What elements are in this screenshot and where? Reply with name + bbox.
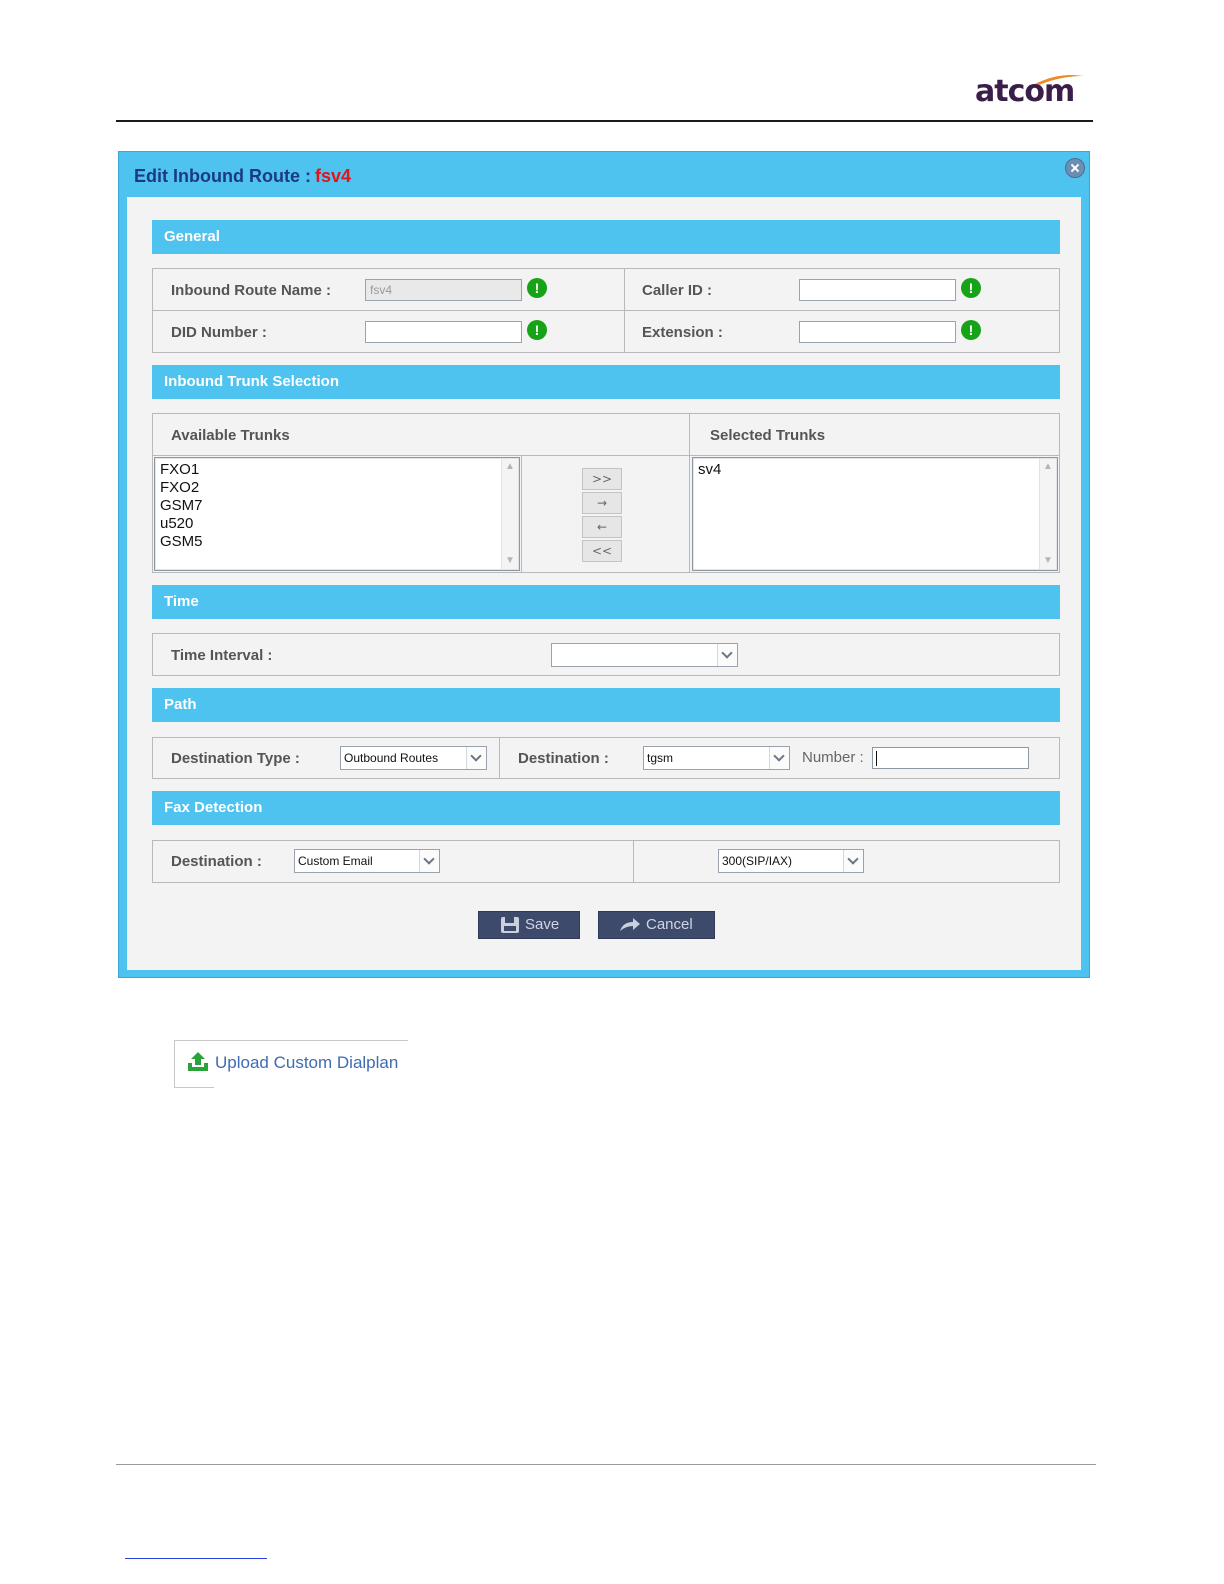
path-destination-value: tgsm [647, 751, 674, 765]
path-destination-select[interactable]: tgsm [643, 746, 790, 770]
fax-destination-label: Destination : [171, 853, 262, 870]
upload-custom-dialplan-button[interactable]: Upload Custom Dialplan [174, 1040, 408, 1088]
share-arrow-icon [620, 918, 640, 931]
fax-extension-select[interactable]: 300(SIP/IAX) [718, 849, 864, 873]
upload-shadow [174, 1087, 214, 1088]
upload-custom-dialplan-label: Upload Custom Dialplan [215, 1053, 399, 1072]
cancel-label: Cancel [646, 916, 693, 933]
logo-text: atcom [975, 74, 1075, 109]
route-name-label: Inbound Route Name : [171, 282, 331, 299]
trunk-divider-v2 [521, 455, 522, 573]
footer-rule [116, 1464, 1096, 1465]
selected-trunks-items: sv4 [693, 458, 1057, 479]
chevron-down-icon [466, 747, 486, 769]
header-rule [116, 120, 1093, 122]
fax-divider-v [633, 840, 634, 883]
caller-id-warning-icon: ! [961, 278, 981, 298]
section-inbound-trunk-selection: Inbound Trunk Selection [152, 365, 1060, 399]
section-general: General [152, 220, 1060, 254]
number-label: Number : [802, 749, 864, 766]
selected-trunks-list[interactable]: sv4 ▲ ▼ [692, 457, 1058, 571]
list-item[interactable]: GSM7 [155, 497, 519, 515]
save-label: Save [525, 916, 560, 933]
available-trunks-scrollbar[interactable]: ▲ ▼ [501, 459, 518, 569]
scroll-up-icon[interactable]: ▲ [1040, 459, 1056, 475]
time-interval-label: Time Interval : [171, 647, 273, 664]
chevron-down-icon [717, 644, 737, 666]
section-fax-detection: Fax Detection [152, 791, 1060, 825]
add-all-trunks-button[interactable]: >> [582, 468, 622, 490]
dialog-title: Edit Inbound Route : fsv4 [134, 166, 351, 187]
list-item[interactable]: FXO1 [155, 461, 519, 479]
did-number-label: DID Number : [171, 324, 267, 341]
route-name-warning-icon: ! [527, 278, 547, 298]
did-number-field[interactable] [365, 321, 522, 343]
available-trunks-label: Available Trunks [171, 427, 290, 444]
fax-box [152, 840, 1060, 883]
time-interval-select[interactable] [551, 643, 738, 667]
scroll-down-icon[interactable]: ▼ [502, 553, 518, 569]
destination-type-select[interactable]: Outbound Routes [340, 746, 487, 770]
close-circle-icon[interactable] [1065, 158, 1085, 178]
fax-extension-value: 300(SIP/IAX) [722, 854, 793, 868]
did-number-warning-icon: ! [527, 320, 547, 340]
section-time: Time [152, 585, 1060, 619]
add-trunk-button[interactable]: → [582, 492, 622, 514]
section-path: Path [152, 688, 1060, 722]
available-trunks-items: FXO1 FXO2 GSM7 u520 GSM5 [155, 458, 519, 551]
text-cursor [876, 751, 877, 766]
selected-trunks-scrollbar[interactable]: ▲ ▼ [1039, 459, 1056, 569]
general-divider-h [152, 310, 1060, 311]
list-item[interactable]: u520 [155, 515, 519, 533]
destination-type-value: Outbound Routes [344, 751, 439, 765]
remove-trunk-button[interactable]: ← [582, 516, 622, 538]
extension-warning-icon: ! [961, 320, 981, 340]
destination-type-label: Destination Type : [171, 750, 300, 767]
fax-destination-select[interactable]: Custom Email [294, 849, 440, 873]
fax-destination-value: Custom Email [298, 854, 373, 868]
atcom-logo: atcom [975, 70, 1087, 110]
dialog-route-name: fsv4 [314, 166, 351, 186]
trunk-divider-v [689, 413, 690, 573]
remove-all-trunks-button[interactable]: << [582, 540, 622, 562]
path-divider-v [499, 737, 500, 779]
scroll-up-icon[interactable]: ▲ [502, 459, 518, 475]
scroll-down-icon[interactable]: ▼ [1040, 553, 1056, 569]
list-item[interactable]: FXO2 [155, 479, 519, 497]
chevron-down-icon [419, 850, 439, 872]
save-button[interactable]: Save [478, 911, 580, 939]
dialog-title-text: Edit Inbound Route : [134, 166, 311, 186]
cancel-button[interactable]: Cancel [598, 911, 715, 939]
floppy-disk-icon [501, 917, 519, 933]
list-item[interactable]: sv4 [693, 461, 1057, 479]
extension-field[interactable] [799, 321, 956, 343]
chevron-down-icon [769, 747, 789, 769]
available-trunks-list[interactable]: FXO1 FXO2 GSM7 u520 GSM5 ▲ ▼ [154, 457, 520, 571]
extension-label: Extension : [642, 324, 723, 341]
list-item[interactable]: GSM5 [155, 533, 519, 551]
path-destination-label: Destination : [518, 750, 609, 767]
route-name-field[interactable] [365, 279, 522, 301]
chevron-down-icon [843, 850, 863, 872]
number-field[interactable] [872, 747, 1029, 769]
upload-cloud-icon [188, 1052, 208, 1071]
caller-id-field[interactable] [799, 279, 956, 301]
selected-trunks-label: Selected Trunks [710, 427, 826, 444]
caller-id-label: Caller ID : [642, 282, 713, 299]
trunk-divider-h [152, 455, 1060, 456]
footer-link-underline [125, 1558, 267, 1559]
